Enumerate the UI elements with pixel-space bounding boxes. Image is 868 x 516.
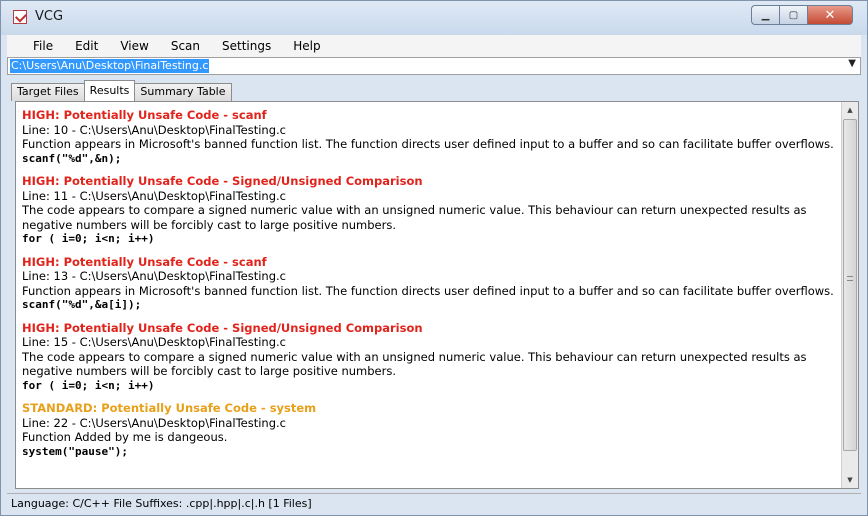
finding-code: for ( i=0; i<n; i++) xyxy=(22,378,155,392)
menu-help[interactable]: Help xyxy=(282,39,331,53)
finding-description: The code appears to compare a signed num… xyxy=(22,349,807,379)
tab-results[interactable]: Results xyxy=(83,80,136,101)
menu-bar: File Edit View Scan Settings Help xyxy=(7,35,861,57)
vertical-scrollbar[interactable]: ▲ ▼ xyxy=(841,102,858,488)
menu-settings[interactable]: Settings xyxy=(211,39,282,53)
finding-location: Line: 10 - C:\Users\Anu\Desktop\FinalTes… xyxy=(22,122,286,137)
finding-code: scanf("%d",&n); xyxy=(22,151,122,165)
target-path-value[interactable]: C:\Users\Anu\Desktop\FinalTesting.c xyxy=(10,59,210,73)
finding-item: HIGH: Potentially Unsafe Code - Signed/U… xyxy=(22,174,842,247)
finding-code: scanf("%d",&a[i]); xyxy=(22,298,142,311)
app-window: VCG ▁ ▢ ✕ File Edit View Scan Settings H… xyxy=(0,0,868,516)
status-bar: Language: C/C++ File Suffixes: .cpp|.hpp… xyxy=(7,493,861,513)
close-icon: ✕ xyxy=(824,7,836,23)
scroll-up-icon[interactable]: ▲ xyxy=(842,102,858,118)
finding-code: system("pause"); xyxy=(22,444,128,458)
tab-strip: Target Files Results Summary Table xyxy=(11,80,232,101)
finding-item: HIGH: Potentially Unsafe Code - scanf Li… xyxy=(22,108,842,166)
maximize-button[interactable]: ▢ xyxy=(779,5,807,25)
maximize-icon: ▢ xyxy=(788,9,799,21)
window-controls: ▁ ▢ ✕ xyxy=(751,5,853,25)
finding-item: STANDARD: Potentially Unsafe Code - syst… xyxy=(22,401,842,459)
grip-icon xyxy=(847,276,853,281)
tab-target-files[interactable]: Target Files xyxy=(11,83,85,101)
finding-location: Line: 15 - C:\Users\Anu\Desktop\FinalTes… xyxy=(22,335,286,349)
finding-description: Function Added by me is dangeous. xyxy=(22,430,228,444)
target-path-combo[interactable]: C:\Users\Anu\Desktop\FinalTesting.c ▼ xyxy=(7,57,861,75)
menu-scan[interactable]: Scan xyxy=(160,39,211,53)
finding-location: Line: 13 - C:\Users\Anu\Desktop\FinalTes… xyxy=(22,269,286,283)
title-bar[interactable]: VCG ▁ ▢ ✕ xyxy=(1,1,867,35)
minimize-button[interactable]: ▁ xyxy=(751,5,779,25)
vcg-app-icon xyxy=(13,10,27,24)
results-panel[interactable]: HIGH: Potentially Unsafe Code - scanf Li… xyxy=(15,101,859,489)
menu-file[interactable]: File xyxy=(7,39,64,53)
scroll-down-icon[interactable]: ▼ xyxy=(842,472,858,488)
close-button[interactable]: ✕ xyxy=(807,5,853,25)
finding-description: The code appears to compare a signed num… xyxy=(22,203,807,232)
minimize-icon: ▁ xyxy=(761,9,770,21)
finding-item: HIGH: Potentially Unsafe Code - Signed/U… xyxy=(22,321,842,394)
menu-view[interactable]: View xyxy=(109,39,159,53)
finding-description: Function appears in Microsoft's banned f… xyxy=(22,283,834,298)
chevron-down-icon[interactable]: ▼ xyxy=(848,58,856,69)
finding-heading: HIGH: Potentially Unsafe Code - scanf xyxy=(22,254,267,269)
window-title: VCG xyxy=(35,9,64,24)
menu-edit[interactable]: Edit xyxy=(64,39,109,53)
results-list: HIGH: Potentially Unsafe Code - scanf Li… xyxy=(22,108,842,486)
finding-code: for ( i=0; i<n; i++) xyxy=(22,232,155,245)
finding-heading: HIGH: Potentially Unsafe Code - Signed/U… xyxy=(22,320,423,335)
finding-heading: HIGH: Potentially Unsafe Code - scanf xyxy=(22,108,267,122)
finding-description: Function appears in Microsoft's banned f… xyxy=(22,137,834,151)
finding-location: Line: 11 - C:\Users\Anu\Desktop\FinalTes… xyxy=(22,188,286,203)
finding-item: HIGH: Potentially Unsafe Code - scanf Li… xyxy=(22,255,842,313)
finding-heading: HIGH: Potentially Unsafe Code - Signed/U… xyxy=(22,174,423,188)
finding-location: Line: 22 - C:\Users\Anu\Desktop\FinalTes… xyxy=(22,415,286,430)
scroll-thumb[interactable] xyxy=(843,119,857,451)
finding-heading: STANDARD: Potentially Unsafe Code - syst… xyxy=(22,401,317,415)
tab-summary-table[interactable]: Summary Table xyxy=(134,83,232,101)
